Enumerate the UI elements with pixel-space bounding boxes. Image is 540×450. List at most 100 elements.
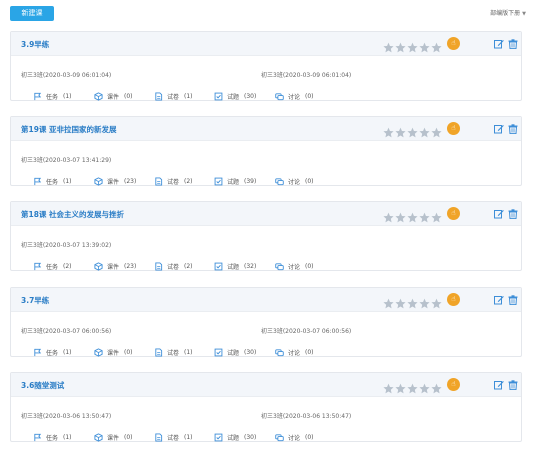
task-icon bbox=[34, 348, 42, 357]
stat-task[interactable]: 任务 (1) bbox=[33, 92, 72, 101]
stat-question[interactable]: 试题 (30) bbox=[214, 92, 256, 101]
stat-paper[interactable]: 试卷 (2) bbox=[154, 177, 193, 186]
lesson-card[interactable]: 第19课 亚非拉国家的新发展 ☝ 初三3班(2020-03-07 13:41:2… bbox=[10, 116, 522, 186]
stat-question[interactable]: 试题 (32) bbox=[214, 262, 256, 271]
version-dropdown[interactable]: 部编版下册 ▼ bbox=[490, 8, 526, 17]
lesson-title[interactable]: 3.6随堂测试 bbox=[21, 380, 64, 391]
star-icon[interactable] bbox=[395, 123, 406, 138]
star-icon[interactable] bbox=[431, 208, 442, 223]
stat-paper[interactable]: 试卷 (1) bbox=[154, 433, 193, 442]
task-icon bbox=[34, 177, 42, 186]
star-icon[interactable] bbox=[383, 38, 394, 53]
paper-icon bbox=[155, 433, 163, 442]
star-icon[interactable] bbox=[419, 294, 430, 309]
stat-courseware[interactable]: 课件 (23) bbox=[94, 177, 136, 186]
star-icon[interactable] bbox=[383, 208, 394, 223]
share-badge-icon[interactable]: ☝ bbox=[447, 37, 460, 50]
stat-discussion[interactable]: 讨论 (0) bbox=[275, 348, 314, 357]
edit-icon[interactable] bbox=[494, 124, 504, 134]
stat-label: 试卷 bbox=[167, 435, 180, 442]
edit-icon[interactable] bbox=[494, 380, 504, 390]
stat-paper[interactable]: 试卷 (2) bbox=[154, 262, 193, 271]
star-icon[interactable] bbox=[407, 123, 418, 138]
new-lesson-button[interactable]: 新建课 bbox=[10, 6, 54, 21]
stat-paper[interactable]: 试卷 (1) bbox=[154, 348, 193, 357]
stat-courseware[interactable]: 课件 (0) bbox=[94, 348, 133, 357]
lesson-title[interactable]: 第18课 社会主义的发展与挫折 bbox=[21, 209, 124, 220]
edit-icon[interactable] bbox=[494, 209, 504, 219]
lesson-card[interactable]: 3.7早练 ☝ 初三3班(2020-03-07 06:00:56) 初三3班(2… bbox=[10, 287, 522, 357]
stat-courseware[interactable]: 课件 (0) bbox=[94, 433, 133, 442]
stat-courseware[interactable]: 课件 (23) bbox=[94, 262, 136, 271]
stat-task[interactable]: 任务 (1) bbox=[33, 177, 72, 186]
stat-question[interactable]: 试题 (39) bbox=[214, 177, 256, 186]
lesson-card[interactable]: 3.6随堂测试 ☝ 初三3班(2020-03-06 13:50:47) 初三3班… bbox=[10, 372, 522, 442]
discussion-icon bbox=[275, 349, 284, 357]
stat-task[interactable]: 任务 (1) bbox=[33, 348, 72, 357]
rating-stars[interactable] bbox=[383, 123, 442, 138]
rating-stars[interactable] bbox=[383, 208, 442, 223]
lesson-class-time: 初三3班(2020-03-07 13:41:29) bbox=[21, 157, 112, 164]
stat-count: (2) bbox=[184, 263, 193, 270]
star-icon[interactable] bbox=[431, 123, 442, 138]
stat-task[interactable]: 任务 (2) bbox=[33, 262, 72, 271]
lesson-stats: 任务 (2) 课件 (23) 试卷 (2) 试题 (32) 讨论 (0) bbox=[21, 262, 521, 272]
star-icon[interactable] bbox=[383, 294, 394, 309]
delete-icon[interactable] bbox=[508, 124, 518, 134]
paper-icon bbox=[155, 92, 163, 101]
star-icon[interactable] bbox=[431, 38, 442, 53]
stat-count: (23) bbox=[124, 263, 137, 270]
share-badge-icon[interactable]: ☝ bbox=[447, 293, 460, 306]
edit-icon[interactable] bbox=[494, 295, 504, 305]
star-icon[interactable] bbox=[431, 379, 442, 394]
star-icon[interactable] bbox=[431, 294, 442, 309]
stat-count: (2) bbox=[184, 178, 193, 185]
lesson-title[interactable]: 3.7早练 bbox=[21, 295, 49, 306]
lesson-card-header: 3.7早练 ☝ bbox=[11, 288, 521, 312]
stat-label: 任务 bbox=[46, 435, 59, 442]
rating-stars[interactable] bbox=[383, 294, 442, 309]
star-icon[interactable] bbox=[395, 294, 406, 309]
star-icon[interactable] bbox=[383, 123, 394, 138]
share-badge-icon[interactable]: ☝ bbox=[447, 207, 460, 220]
lesson-title[interactable]: 第19课 亚非拉国家的新发展 bbox=[21, 124, 117, 135]
stat-label: 试卷 bbox=[167, 179, 180, 186]
edit-icon[interactable] bbox=[494, 39, 504, 49]
stat-discussion[interactable]: 讨论 (0) bbox=[275, 177, 314, 186]
star-icon[interactable] bbox=[407, 38, 418, 53]
rating-stars[interactable] bbox=[383, 379, 442, 394]
star-icon[interactable] bbox=[419, 38, 430, 53]
star-icon[interactable] bbox=[395, 38, 406, 53]
delete-icon[interactable] bbox=[508, 295, 518, 305]
stat-label: 任务 bbox=[46, 264, 59, 271]
star-icon[interactable] bbox=[407, 208, 418, 223]
stat-paper[interactable]: 试卷 (1) bbox=[154, 92, 193, 101]
star-icon[interactable] bbox=[419, 379, 430, 394]
stat-question[interactable]: 试题 (30) bbox=[214, 433, 256, 442]
delete-icon[interactable] bbox=[508, 380, 518, 390]
stat-task[interactable]: 任务 (1) bbox=[33, 433, 72, 442]
star-icon[interactable] bbox=[407, 379, 418, 394]
stat-courseware[interactable]: 课件 (0) bbox=[94, 92, 133, 101]
star-icon[interactable] bbox=[419, 208, 430, 223]
star-icon[interactable] bbox=[407, 294, 418, 309]
share-badge-icon[interactable]: ☝ bbox=[447, 122, 460, 135]
stat-discussion[interactable]: 讨论 (0) bbox=[275, 433, 314, 442]
delete-icon[interactable] bbox=[508, 209, 518, 219]
stat-question[interactable]: 试题 (30) bbox=[214, 348, 256, 357]
star-icon[interactable] bbox=[419, 123, 430, 138]
lesson-stats: 任务 (1) 课件 (23) 试卷 (2) 试题 (39) 讨论 (0) bbox=[21, 177, 521, 187]
stat-label: 试题 bbox=[227, 94, 240, 101]
stat-label: 试题 bbox=[227, 435, 240, 442]
star-icon[interactable] bbox=[383, 379, 394, 394]
stat-discussion[interactable]: 讨论 (0) bbox=[275, 92, 314, 101]
lesson-title[interactable]: 3.9早练 bbox=[21, 39, 49, 50]
star-icon[interactable] bbox=[395, 208, 406, 223]
rating-stars[interactable] bbox=[383, 38, 442, 53]
lesson-card[interactable]: 第18课 社会主义的发展与挫折 ☝ 初三3班(2020-03-07 13:39:… bbox=[10, 201, 522, 271]
share-badge-icon[interactable]: ☝ bbox=[447, 378, 460, 391]
lesson-card[interactable]: 3.9早练 ☝ 初三3班(2020-03-09 06:01:04) 初三3班(2… bbox=[10, 31, 522, 101]
delete-icon[interactable] bbox=[508, 39, 518, 49]
stat-discussion[interactable]: 讨论 (0) bbox=[275, 262, 314, 271]
star-icon[interactable] bbox=[395, 379, 406, 394]
